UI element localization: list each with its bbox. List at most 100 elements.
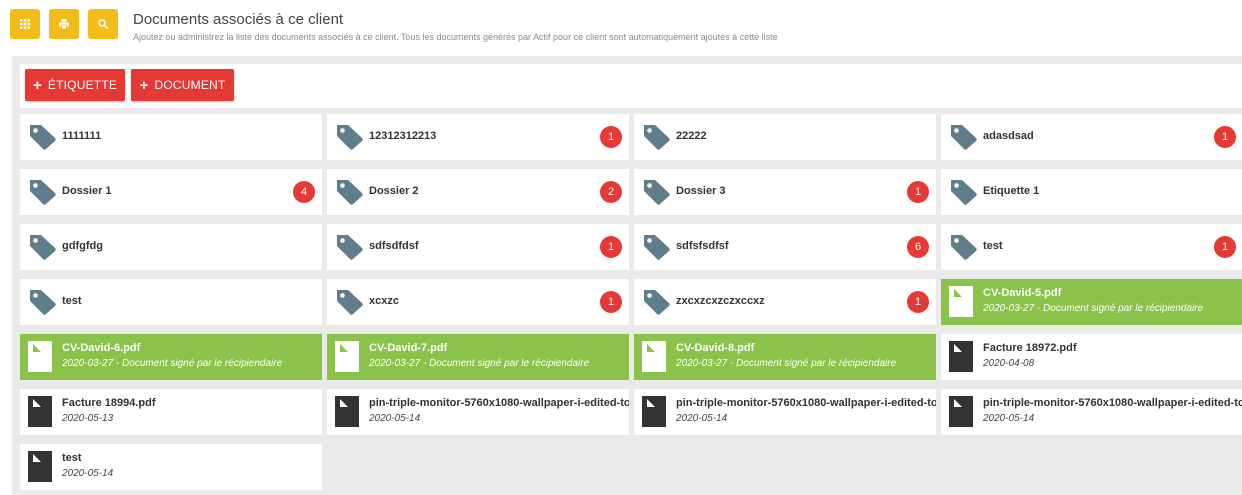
tag-icon [644, 180, 670, 205]
label-name: sdfsdfdsf [369, 240, 419, 252]
document-meta: 2020-05-13 [62, 413, 114, 424]
count-badge: 4 [293, 181, 315, 203]
count-badge: 1 [1214, 126, 1236, 148]
file-icon [949, 286, 973, 317]
page-header: Documents associés à ce client Ajoutez o… [0, 0, 1242, 50]
label-name: Dossier 3 [676, 185, 726, 197]
label-tile[interactable]: gdfgfdg [20, 224, 322, 270]
label-name: zxcxzcxzczxccxz [676, 295, 765, 307]
count-badge: 1 [600, 126, 622, 148]
tag-icon [337, 235, 363, 260]
search-icon [98, 19, 108, 29]
label-tile[interactable]: Dossier 2 2 [327, 169, 629, 215]
file-icon [335, 341, 359, 372]
file-icon [28, 341, 52, 372]
tag-icon [951, 235, 977, 260]
grid-view-button[interactable] [10, 9, 40, 39]
label-tile[interactable]: 1111111 [20, 114, 322, 160]
document-filename: pin-triple-monitor-5760x1080-wallpaper-i… [983, 397, 1242, 409]
document-tile[interactable]: Facture 18972.pdf 2020-04-08 [941, 334, 1242, 380]
label-tile[interactable]: test [20, 279, 322, 325]
tag-icon [951, 180, 977, 205]
label-tile[interactable]: Etiquette 1 [941, 169, 1242, 215]
tag-icon [337, 125, 363, 150]
count-badge: 1 [1214, 236, 1236, 258]
count-badge: 2 [600, 181, 622, 203]
tag-icon [644, 235, 670, 260]
document-tile[interactable]: pin-triple-monitor-5760x1080-wallpaper-i… [634, 389, 936, 435]
document-meta: 2020-05-14 [62, 468, 114, 479]
document-filename: pin-triple-monitor-5760x1080-wallpaper-i… [369, 397, 629, 409]
label-tile[interactable]: test 1 [941, 224, 1242, 270]
document-filename: CV-David-8.pdf [676, 342, 755, 354]
document-filename: pin-triple-monitor-5760x1080-wallpaper-i… [676, 397, 936, 409]
plus-icon: + [32, 76, 42, 94]
document-tile[interactable]: CV-David-5.pdf 2020-03-27 - Document sign… [941, 279, 1242, 325]
search-button[interactable] [88, 9, 118, 39]
label-name: test [983, 240, 1003, 252]
label-name: 12312312213 [369, 130, 437, 142]
document-meta: 2020-05-14 [983, 413, 1035, 424]
grid-icon [20, 19, 30, 29]
label-name: xcxzc [369, 295, 399, 307]
tag-icon [30, 180, 56, 205]
tag-icon [644, 125, 670, 150]
tag-icon [951, 125, 977, 150]
label-name: 1111111 [62, 130, 102, 142]
label-tile[interactable]: sdfsdfdsf 1 [327, 224, 629, 270]
document-tile[interactable]: Facture 18994.pdf 2020-05-13 [20, 389, 322, 435]
count-badge: 1 [907, 291, 929, 313]
label-tile[interactable]: 12312312213 1 [327, 114, 629, 160]
print-button[interactable] [49, 9, 79, 39]
document-meta: 2020-03-27 - Document signé par le récip… [676, 358, 897, 369]
page-subtitle: Ajoutez ou administrez la liste des docu… [133, 32, 778, 42]
file-icon [335, 396, 359, 427]
label-name: Dossier 1 [62, 185, 112, 197]
count-badge: 1 [600, 291, 622, 313]
page-title: Documents associés à ce client [133, 11, 344, 28]
count-badge: 1 [907, 181, 929, 203]
label-tile[interactable]: Dossier 3 1 [634, 169, 936, 215]
document-meta: 2020-03-27 - Document signé par le récip… [62, 358, 283, 369]
document-meta: 2020-03-27 - Document signé par le récip… [369, 358, 590, 369]
document-meta: 2020-05-14 [369, 413, 421, 424]
documents-panel: + ÉTIQUETTE + DOCUMENT 1111111 1231231221… [12, 56, 1242, 495]
file-icon [28, 396, 52, 427]
count-badge: 6 [907, 236, 929, 258]
document-meta: 2020-04-08 [983, 358, 1035, 369]
label-name: 22222 [676, 130, 707, 142]
label-name: test [62, 295, 82, 307]
file-icon [642, 341, 666, 372]
label-tile[interactable]: zxcxzcxzczxccxz 1 [634, 279, 936, 325]
document-tile[interactable]: CV-David-7.pdf 2020-03-27 - Document sign… [327, 334, 629, 380]
document-tile[interactable]: pin-triple-monitor-5760x1080-wallpaper-i… [327, 389, 629, 435]
document-filename: CV-David-7.pdf [369, 342, 448, 354]
tag-icon [337, 290, 363, 315]
file-icon [949, 341, 973, 372]
add-label-button-text: ÉTIQUETTE [47, 78, 118, 92]
tag-icon [644, 290, 670, 315]
document-tile[interactable]: CV-David-8.pdf 2020-03-27 - Document sign… [634, 334, 936, 380]
document-filename: Facture 18994.pdf [62, 397, 156, 409]
file-icon [28, 451, 52, 482]
label-tile[interactable]: 22222 [634, 114, 936, 160]
label-tile[interactable]: Dossier 1 4 [20, 169, 322, 215]
label-name: adasdsad [983, 130, 1034, 142]
label-name: Dossier 2 [369, 185, 419, 197]
document-filename: Facture 18972.pdf [983, 342, 1077, 354]
plus-icon: + [139, 76, 149, 94]
document-tile[interactable]: CV-David-6.pdf 2020-03-27 - Document sign… [20, 334, 322, 380]
count-badge: 1 [600, 236, 622, 258]
add-document-button[interactable]: + DOCUMENT [131, 69, 234, 101]
label-tile[interactable]: sdfsfsdfsf 6 [634, 224, 936, 270]
document-tile[interactable]: test 2020-05-14 [20, 444, 322, 490]
document-meta: 2020-05-14 [676, 413, 728, 424]
label-tile[interactable]: adasdsad 1 [941, 114, 1242, 160]
file-icon [642, 396, 666, 427]
tag-icon [30, 125, 56, 150]
document-meta: 2020-03-27 - Document signé par le récip… [983, 303, 1204, 314]
label-tile[interactable]: xcxzc 1 [327, 279, 629, 325]
add-label-button[interactable]: + ÉTIQUETTE [25, 69, 125, 101]
document-tile[interactable]: pin-triple-monitor-5760x1080-wallpaper-i… [941, 389, 1242, 435]
tag-icon [30, 235, 56, 260]
